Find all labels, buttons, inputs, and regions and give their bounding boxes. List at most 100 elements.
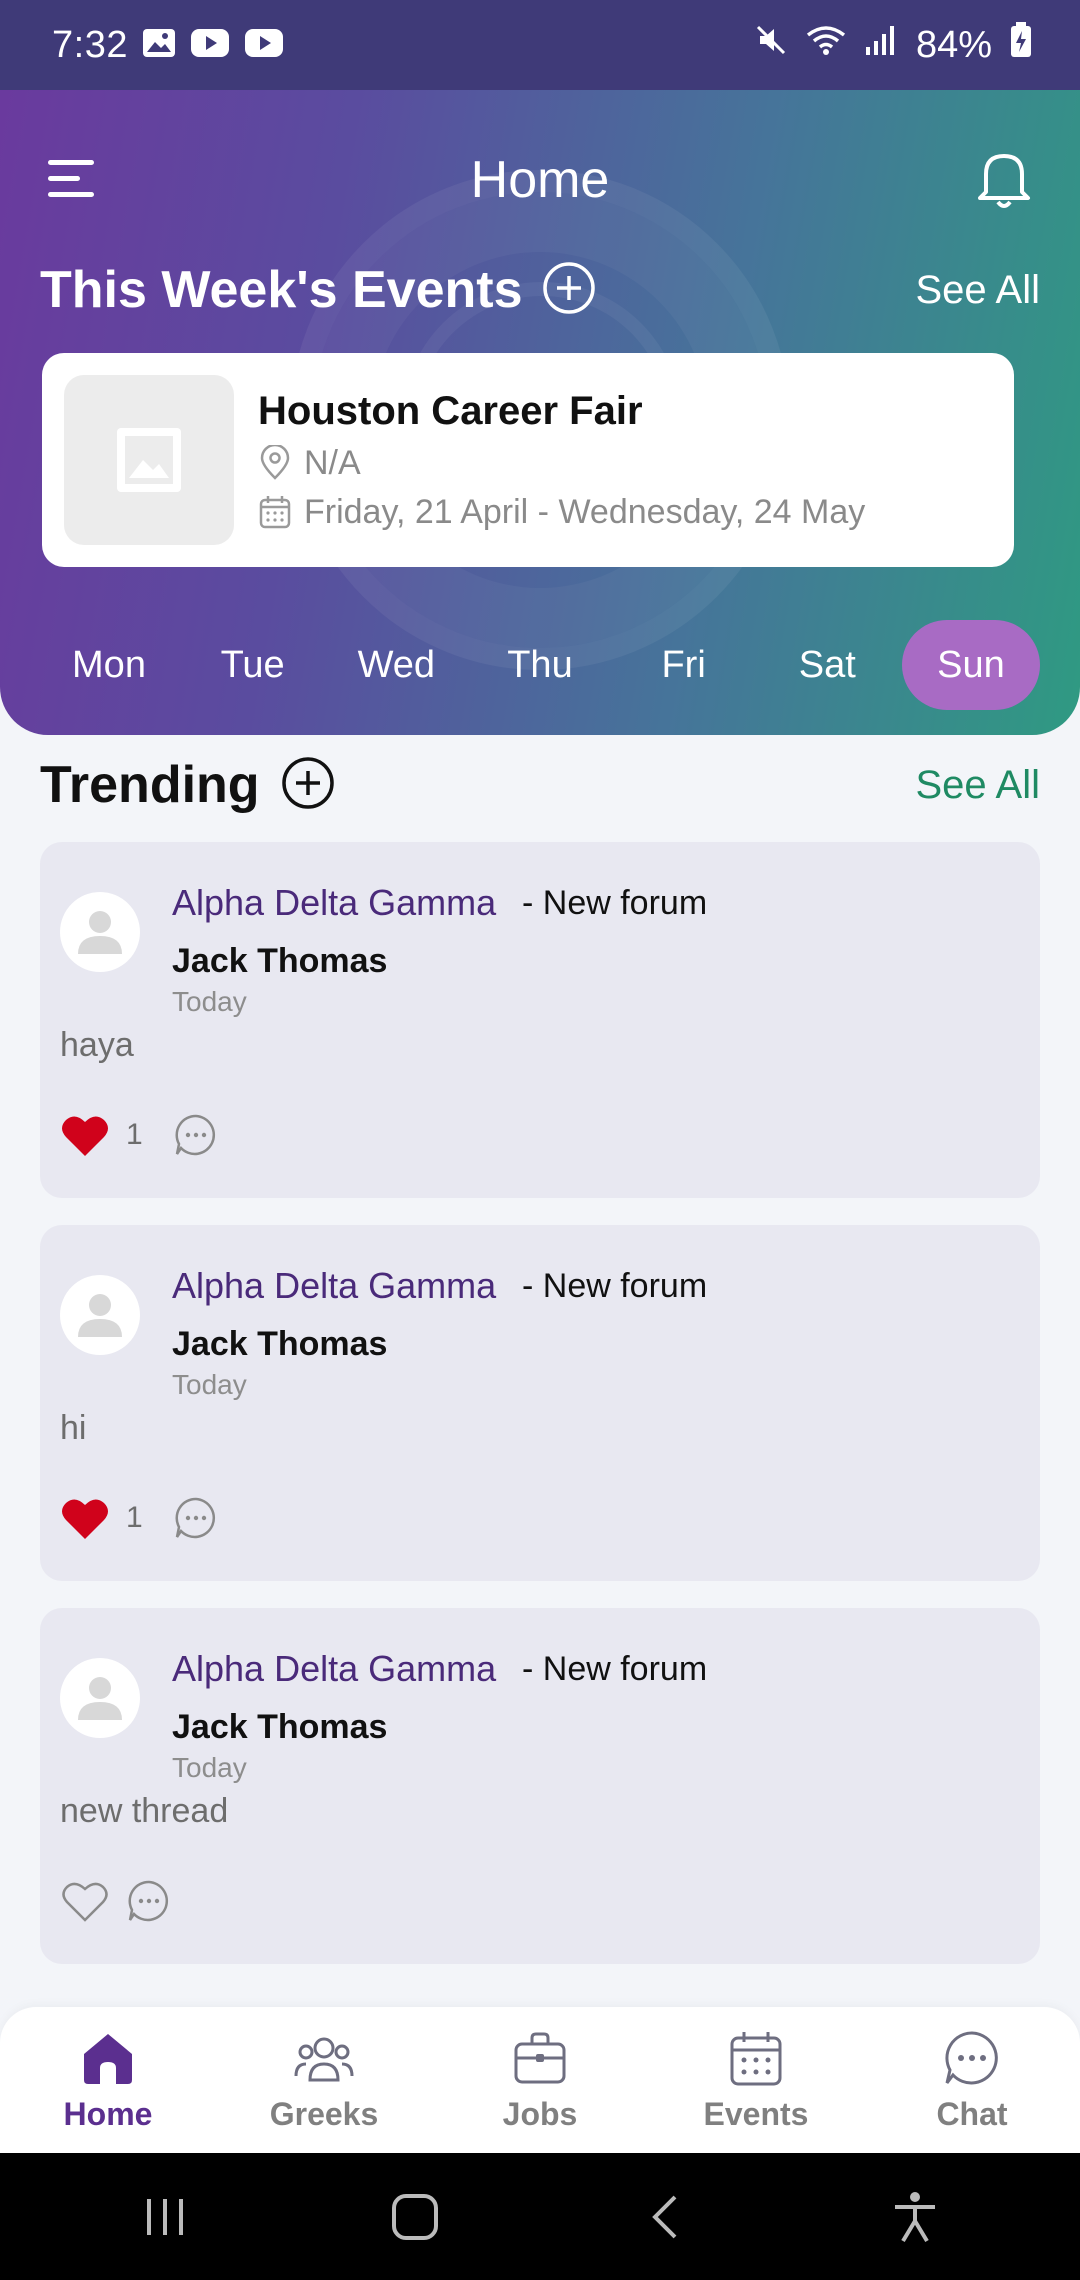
back-button[interactable] <box>620 2172 710 2262</box>
day-fri[interactable]: Fri <box>615 620 753 710</box>
bell-icon <box>978 154 1030 208</box>
day-sun[interactable]: Sun <box>901 620 1040 710</box>
chat-icon <box>945 2030 998 2084</box>
home-system-button[interactable] <box>370 2172 460 2262</box>
home-icon <box>84 2033 132 2084</box>
calendar-icon <box>730 2031 782 2085</box>
user-icon <box>78 1677 122 1720</box>
youtube-icon <box>244 28 284 63</box>
battery-charging-icon <box>1010 22 1032 68</box>
post-type: - New forum <box>522 884 708 922</box>
youtube-icon <box>190 28 230 63</box>
like-button[interactable] <box>60 1112 110 1158</box>
accessibility-icon <box>895 2191 935 2242</box>
nav-events-label: Events <box>703 2095 809 2132</box>
post-time: Today <box>172 1369 247 1400</box>
nav-home-label: Home <box>63 2095 153 2132</box>
signal-icon <box>864 23 898 67</box>
comment-button[interactable] <box>173 1495 219 1541</box>
post-body: hi <box>60 1409 87 1447</box>
event-location: N/A <box>304 443 361 482</box>
day-thu[interactable]: Thu <box>471 620 609 710</box>
post-time: Today <box>172 986 247 1017</box>
post-card[interactable]: Alpha Delta Gamma - New forum Jack Thoma… <box>40 1225 1040 1581</box>
back-chevron-icon <box>652 2195 677 2238</box>
post-group[interactable]: Alpha Delta Gamma <box>172 1265 496 1307</box>
heart-filled-icon <box>62 1499 108 1539</box>
user-icon <box>78 1294 122 1337</box>
mute-icon <box>754 23 788 67</box>
post-body: new thread <box>60 1792 229 1830</box>
recents-button[interactable] <box>120 2172 210 2262</box>
nav-chat-label: Chat <box>936 2095 1008 2132</box>
avatar[interactable] <box>60 892 140 972</box>
event-card[interactable]: Houston Career Fair N/A Friday, 21 April… <box>42 353 1014 567</box>
like-count: 1 <box>126 1118 143 1151</box>
hero-header: Home This Week's Events See All Houston … <box>0 90 1080 735</box>
events-see-all-link[interactable]: See All <box>915 268 1040 313</box>
accessibility-button[interactable] <box>870 2172 960 2262</box>
home-square-icon <box>392 2193 438 2240</box>
nav-jobs[interactable]: Jobs <box>450 2028 630 2133</box>
post-body: haya <box>60 1026 134 1064</box>
day-wed[interactable]: Wed <box>327 620 465 710</box>
comment-icon <box>128 1880 169 1922</box>
comment-icon <box>175 1114 215 1156</box>
post-group[interactable]: Alpha Delta Gamma <box>172 1648 496 1690</box>
system-nav-bar <box>0 2153 1080 2280</box>
user-icon <box>78 911 122 954</box>
nav-chat[interactable]: Chat <box>882 2028 1062 2133</box>
heart-filled-icon <box>62 1116 108 1156</box>
like-button[interactable] <box>60 1878 110 1924</box>
people-icon <box>294 2037 354 2081</box>
day-mon[interactable]: Mon <box>40 620 178 710</box>
day-sat[interactable]: Sat <box>758 620 896 710</box>
comment-button[interactable] <box>126 1878 172 1924</box>
plus-circle-icon <box>281 756 334 809</box>
weekday-selector: Mon Tue Wed Thu Fri Sat Sun <box>40 620 1040 710</box>
bottom-nav: Home Greeks Jobs Events Chat <box>0 2007 1080 2153</box>
nav-greeks-label: Greeks <box>269 2095 379 2132</box>
nav-events[interactable]: Events <box>666 2028 846 2133</box>
image-placeholder-icon <box>117 428 181 492</box>
post-author[interactable]: Jack Thomas <box>172 1325 387 1364</box>
like-button[interactable] <box>60 1495 110 1541</box>
trending-section-title: Trending <box>40 756 260 814</box>
location-pin-icon <box>260 445 290 480</box>
post-author[interactable]: Jack Thomas <box>172 1708 387 1747</box>
nav-home[interactable]: Home <box>18 2028 198 2133</box>
comment-icon <box>175 1497 215 1539</box>
nav-jobs-label: Jobs <box>502 2095 578 2132</box>
post-type: - New forum <box>522 1267 708 1305</box>
recents-icon <box>147 2198 183 2235</box>
notifications-button[interactable] <box>972 144 1036 214</box>
post-author[interactable]: Jack Thomas <box>172 942 387 981</box>
trending-see-all-link[interactable]: See All <box>915 763 1040 808</box>
calendar-small-icon <box>259 496 291 529</box>
page-title: Home <box>470 151 610 209</box>
status-bar: 7:32 84% <box>0 0 1080 90</box>
like-count: 1 <box>126 1501 143 1534</box>
post-card[interactable]: Alpha Delta Gamma - New forum Jack Thoma… <box>40 842 1040 1198</box>
status-time: 7:32 <box>52 23 128 66</box>
battery-level: 84% <box>915 23 992 66</box>
event-thumbnail <box>64 375 234 545</box>
nav-greeks[interactable]: Greeks <box>234 2028 414 2133</box>
plus-circle-icon <box>542 261 595 314</box>
post-type: - New forum <box>522 1650 708 1688</box>
post-card[interactable]: Alpha Delta Gamma - New forum Jack Thoma… <box>40 1608 1040 1964</box>
event-dates: Friday, 21 April - Wednesday, 24 May <box>304 492 866 531</box>
post-time: Today <box>172 1752 247 1783</box>
avatar[interactable] <box>60 1275 140 1355</box>
add-event-button[interactable] <box>541 260 597 321</box>
gallery-icon <box>142 28 176 63</box>
add-post-button[interactable] <box>280 755 336 816</box>
avatar[interactable] <box>60 1658 140 1738</box>
briefcase-icon <box>514 2032 566 2083</box>
heart-outline-icon <box>62 1882 108 1922</box>
day-tue[interactable]: Tue <box>184 620 322 710</box>
comment-button[interactable] <box>173 1112 219 1158</box>
post-group[interactable]: Alpha Delta Gamma <box>172 882 496 924</box>
event-name: Houston Career Fair <box>258 388 643 433</box>
events-section-title: This Week's Events <box>40 261 523 319</box>
